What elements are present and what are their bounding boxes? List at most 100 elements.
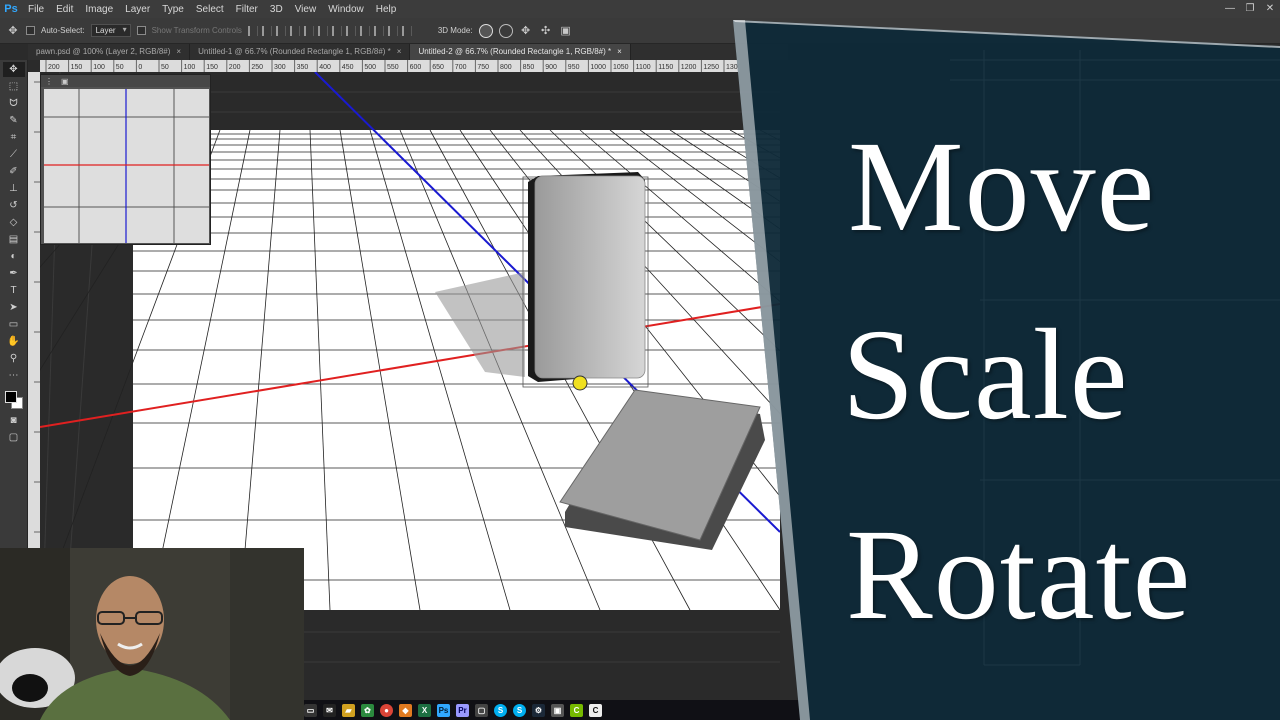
menu-image[interactable]: Image	[79, 4, 119, 15]
tab-pawn[interactable]: pawn.psd @ 100% (Layer 2, RGB/8#) ×	[28, 44, 191, 60]
close-icon[interactable]: ×	[176, 47, 181, 57]
auto-select-label: Auto-Select:	[41, 26, 85, 35]
align-top-icon[interactable]	[247, 25, 258, 36]
align-left-icon[interactable]	[289, 25, 300, 36]
nvidia-icon[interactable]: C	[570, 703, 583, 717]
color-swatches[interactable]	[3, 389, 25, 411]
menu-3d[interactable]: 3D	[264, 4, 289, 15]
slide-3d-icon[interactable]: ✣	[539, 24, 553, 38]
align-hcenter-icon[interactable]	[303, 25, 314, 36]
align-right-icon[interactable]	[317, 25, 328, 36]
taskview-icon[interactable]: ▭	[304, 703, 317, 717]
menu-layer[interactable]: Layer	[119, 4, 156, 15]
skype-icon[interactable]: S	[494, 703, 507, 717]
close-icon[interactable]: ×	[397, 47, 402, 57]
3d-gizmo-icon[interactable]	[572, 375, 588, 391]
marquee-tool-icon[interactable]: ⬚	[3, 79, 25, 94]
align-vcenter-icon[interactable]	[261, 25, 272, 36]
distribute-right-icon[interactable]	[401, 25, 412, 36]
grip-icon[interactable]: ⋮	[45, 77, 53, 86]
menu-filter[interactable]: Filter	[230, 4, 264, 15]
dodge-tool-icon[interactable]: ◐	[3, 249, 25, 264]
app-orange-icon[interactable]: ◆	[399, 703, 412, 717]
steam-icon[interactable]: ⚙	[532, 703, 545, 717]
eraser-tool-icon[interactable]: ◇	[3, 215, 25, 230]
app-gray-icon[interactable]: ▣	[551, 703, 564, 717]
history-brush-tool-icon[interactable]: ↺	[3, 198, 25, 213]
align-bottom-icon[interactable]	[275, 25, 286, 36]
roll-3d-icon[interactable]	[498, 23, 513, 38]
ruler-tick-label: 450	[342, 64, 354, 71]
ruler-tick-label: 850	[523, 64, 535, 71]
tab-untitled-2[interactable]: Untitled-2 @ 66.7% (Rounded Rectangle 1,…	[410, 44, 631, 60]
screen-mode-icon[interactable]: ▢	[3, 430, 25, 445]
quick-mask-icon[interactable]: ◙	[3, 413, 25, 428]
ruler-tick-label: 50	[161, 64, 169, 71]
path-select-tool-icon[interactable]: ➤	[3, 300, 25, 315]
navigator-grid	[44, 89, 209, 243]
photoshop-taskbar-icon[interactable]: Ps	[437, 703, 450, 717]
distribute-bottom-icon[interactable]	[359, 25, 370, 36]
move-tool-icon[interactable]: ✥	[2, 62, 25, 77]
menu-select[interactable]: Select	[190, 4, 230, 15]
standing-rounded-rectangle[interactable]	[522, 172, 649, 391]
menu-edit[interactable]: Edit	[50, 4, 79, 15]
type-tool-icon[interactable]: T	[3, 283, 25, 298]
foreground-color-swatch[interactable]	[4, 391, 17, 403]
menu-type[interactable]: Type	[156, 4, 190, 15]
menu-bar: Ps File Edit Image Layer Type Select Fil…	[0, 0, 1280, 18]
restore-button[interactable]: ❐	[1240, 0, 1260, 18]
brush-tool-icon[interactable]: ✐	[3, 164, 25, 179]
scale-3d-icon[interactable]: ▣	[559, 24, 573, 38]
distribute-top-icon[interactable]	[331, 25, 342, 36]
tab-untitled-1[interactable]: Untitled-1 @ 66.7% (Rounded Rectangle 1,…	[190, 44, 411, 60]
screen: Ps File Edit Image Layer Type Select Fil…	[0, 0, 1280, 720]
quick-select-tool-icon[interactable]: ✎	[3, 113, 25, 128]
horizontal-ruler: 200 150 100 50 0 50 100 150 200 250 300 350 400 450 50…	[40, 60, 740, 72]
distribute-hcenter-icon[interactable]	[387, 25, 398, 36]
auto-select-checkbox[interactable]	[26, 26, 35, 35]
ruler-tick-label: 150	[71, 64, 83, 71]
menu-help[interactable]: Help	[370, 4, 403, 15]
auto-select-dropdown[interactable]: Layer	[90, 24, 131, 37]
pen-tool-icon[interactable]: ✒	[3, 266, 25, 281]
navigator-header: ⋮ ▣	[41, 75, 210, 87]
zoom-tool-icon[interactable]: ⚲	[3, 351, 25, 366]
title-word-move: Move	[848, 115, 1156, 259]
clone-stamp-tool-icon[interactable]: ⊥	[3, 181, 25, 196]
close-button[interactable]: ✕	[1260, 0, 1280, 18]
align-buttons	[247, 25, 412, 36]
hand-tool-icon[interactable]: ✋	[3, 334, 25, 349]
ruler-tick-label: 1150	[658, 64, 673, 71]
orbit-3d-icon[interactable]	[478, 23, 493, 38]
skype-2-icon[interactable]: S	[513, 703, 526, 717]
move-tool-icon[interactable]: ✥	[6, 24, 20, 38]
folder-icon[interactable]: ▰	[342, 703, 355, 717]
app-green-icon[interactable]: ✿	[361, 703, 374, 717]
mail-icon[interactable]: ✉	[323, 703, 336, 717]
transform-controls-checkbox[interactable]	[136, 26, 146, 35]
premiere-icon[interactable]: Pr	[456, 703, 469, 717]
eyedropper-tool-icon[interactable]: ⟋	[3, 147, 25, 162]
shape-tool-icon[interactable]: ▭	[3, 317, 25, 332]
menu-file[interactable]: File	[22, 4, 50, 15]
more-tools-icon[interactable]: ⋯	[3, 368, 25, 383]
gradient-tool-icon[interactable]: ▤	[3, 232, 25, 247]
excel-icon[interactable]: X	[418, 703, 431, 717]
close-icon[interactable]: ×	[617, 47, 622, 57]
distribute-vcenter-icon[interactable]	[345, 25, 356, 36]
expand-icon[interactable]: ▣	[61, 77, 69, 86]
photoshop-logo: Ps	[4, 3, 18, 15]
chrome-icon[interactable]: ●	[380, 703, 393, 717]
drag-3d-icon[interactable]: ✥	[519, 24, 533, 38]
crop-tool-icon[interactable]: ⌗	[3, 130, 25, 145]
ruler-tick-label: 350	[297, 64, 309, 71]
lasso-tool-icon[interactable]: ᗢ	[3, 96, 25, 111]
menu-view[interactable]: View	[289, 4, 323, 15]
app-white-icon[interactable]: C	[589, 703, 602, 717]
distribute-left-icon[interactable]	[373, 25, 384, 36]
3d-navigator-panel[interactable]: ⋮ ▣	[40, 74, 211, 245]
minimize-button[interactable]: —	[1220, 0, 1240, 18]
app-generic-icon[interactable]: ▢	[475, 703, 488, 717]
menu-window[interactable]: Window	[322, 4, 370, 15]
